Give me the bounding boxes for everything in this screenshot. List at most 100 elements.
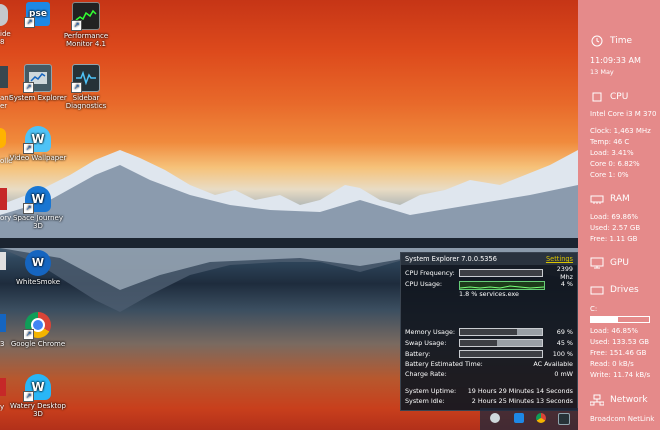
row-label: Swap Usage:	[405, 338, 447, 347]
drive-letter: C:	[590, 305, 598, 313]
sidebar-diagnostics-icon: ↗	[71, 64, 100, 93]
desktop-icon-watery-desktop[interactable]: W ↗ Watery Desktop 3D	[8, 374, 68, 418]
ram-title: RAM	[610, 194, 630, 204]
desktop-icon-sidebar-diagnostics[interactable]: ↗ Sidebar Diagnostics	[56, 64, 116, 110]
bar-fill	[460, 339, 497, 346]
battery-time-row: Battery Estimated Time: AC Available	[405, 360, 573, 368]
date-value: 13 May	[590, 68, 614, 76]
cpu-title: CPU	[610, 92, 629, 102]
app-tray-icon[interactable]	[514, 413, 524, 423]
row-label: System Idle:	[405, 397, 445, 405]
photoshop-elements-icon: pse ↗	[24, 2, 50, 28]
row-label: Battery Estimated Time:	[405, 360, 483, 368]
cpu-load: Load: 3.41%	[590, 149, 634, 157]
row-label: Charge Rate:	[405, 370, 447, 378]
row-value: AC Available	[533, 360, 573, 368]
ram-free: Free: 1.11 GB	[590, 235, 638, 243]
cpu-clock: Clock: 1,463 MHz	[590, 127, 651, 135]
ram-load: Load: 69.86%	[590, 213, 639, 221]
drive-icon	[590, 284, 604, 296]
drive-read: Read: 0 kB/s	[590, 360, 634, 368]
cpu-usage-graph	[459, 281, 545, 290]
ram-used: Used: 2.57 GB	[590, 224, 641, 232]
system-explorer-icon: ↗	[23, 64, 52, 93]
gadget-title: System Explorer 7.0.0.5356	[405, 255, 497, 263]
row-label: Memory Usage:	[405, 327, 456, 336]
ram-section-header: RAM	[590, 193, 660, 205]
shortcut-arrow-icon: ↗	[23, 329, 34, 340]
desktop-icon-video-wallpaper[interactable]: W ↗ Video Wallpaper	[8, 126, 68, 162]
cpu-core1: Core 1: 0%	[590, 171, 629, 179]
swap-usage-row: Swap Usage: 45 %	[405, 338, 573, 347]
network-icon	[590, 394, 604, 406]
clock-icon	[590, 35, 604, 47]
whitesmoke-icon: W	[25, 250, 51, 276]
taskbar-tray	[480, 408, 578, 430]
w-logo-icon: W	[31, 192, 45, 206]
drive-usage-fill	[591, 317, 619, 322]
partial-icon-image	[0, 314, 6, 332]
memory-usage-row: Memory Usage: 69 %	[405, 327, 573, 336]
cpu-model: Intel Core i3 M 370	[590, 110, 657, 118]
charge-rate-row: Charge Rate: 0 mW	[405, 370, 573, 378]
desktop-icon-whitesmoke[interactable]: W WhiteSmoke	[8, 250, 68, 286]
drive-write: Write: 11.74 kB/s	[590, 371, 651, 379]
gadget-header: System Explorer 7.0.0.5356 Settings	[401, 253, 577, 265]
monitor-icon	[590, 257, 604, 269]
cpu-core0: Core 0: 6.82%	[590, 160, 640, 168]
shortcut-arrow-icon: ↗	[24, 17, 35, 28]
desktop-icon-partial-1[interactable]: ide	[0, 30, 14, 38]
cpu-section-header: CPU	[590, 91, 660, 103]
cpu-frequency-row: CPU Frequency: 2399 Mhz	[405, 265, 573, 281]
row-value: 2 Hours 25 Minutes 13 Seconds	[471, 397, 573, 405]
video-wallpaper-icon: W ↗	[23, 126, 51, 154]
row-label: Battery:	[405, 349, 431, 358]
icon-label: Video Wallpaper	[9, 154, 67, 162]
services-note: 1.8 % services.exe	[459, 290, 519, 298]
row-label: CPU Frequency:	[405, 268, 455, 277]
cpu-frequency-bar	[459, 268, 543, 277]
icon-label: WhiteSmoke	[15, 278, 60, 286]
cloud-icon[interactable]	[490, 413, 500, 423]
battery-row: Battery: 100 %	[405, 349, 573, 358]
row-label: CPU Usage:	[405, 279, 443, 288]
bar-fill	[460, 269, 542, 276]
gpu-title: GPU	[610, 258, 629, 268]
partial-icon-image	[0, 128, 6, 148]
drive-used: Used: 133.53 GB	[590, 338, 650, 346]
shortcut-arrow-icon: ↗	[23, 143, 34, 154]
drives-title: Drives	[610, 285, 639, 295]
row-value: 0 mW	[554, 370, 573, 378]
settings-link[interactable]: Settings	[546, 255, 573, 263]
partial-icon-image	[0, 378, 6, 396]
desktop-icon-partial-2b: er	[0, 102, 8, 110]
desktop-icon-space-journey[interactable]: W ↗ Space Journey 3D	[8, 186, 68, 230]
chrome-tray-icon[interactable]	[536, 413, 546, 423]
bar-fill	[460, 328, 517, 335]
bar-fill	[460, 350, 542, 357]
row-label: System Uptime:	[405, 387, 457, 395]
monitor-tray-icon[interactable]	[558, 413, 570, 425]
cpu-chip-icon	[590, 91, 604, 103]
shortcut-arrow-icon: ↗	[71, 82, 82, 93]
desktop-icon-performance-monitor[interactable]: ↗ Performance Monitor 4.1	[56, 2, 116, 48]
idle-row: System Idle: 2 Hours 25 Minutes 13 Secon…	[405, 397, 573, 405]
drive-load: Load: 46.85%	[590, 327, 639, 335]
shortcut-arrow-icon: ↗	[23, 391, 34, 402]
uptime-row: System Uptime: 19 Hours 29 Minutes 14 Se…	[405, 387, 573, 395]
row-value: 69 %	[556, 327, 573, 336]
swap-usage-bar	[459, 338, 543, 347]
time-section-header: Time	[590, 35, 660, 47]
battery-bar	[459, 349, 543, 358]
desktop-icon-google-chrome[interactable]: ↗ Google Chrome	[8, 312, 68, 348]
partial-icon-image	[0, 252, 6, 270]
sidebar-diagnostics-panel: Time 11:09:33 AM 13 May CPU Intel Core i…	[578, 0, 660, 430]
network-title: Network	[610, 395, 648, 405]
ws-logo-icon: W	[31, 256, 45, 269]
partial-icon-image	[0, 188, 7, 210]
space-journey-icon: W ↗	[23, 186, 51, 214]
chrome-icon: ↗	[23, 312, 51, 340]
system-explorer-gadget[interactable]: System Explorer 7.0.0.5356 Settings CPU …	[400, 252, 578, 411]
watery-desktop-icon: W ↗	[23, 374, 51, 402]
icon-label: Watery Desktop 3D	[10, 402, 66, 418]
